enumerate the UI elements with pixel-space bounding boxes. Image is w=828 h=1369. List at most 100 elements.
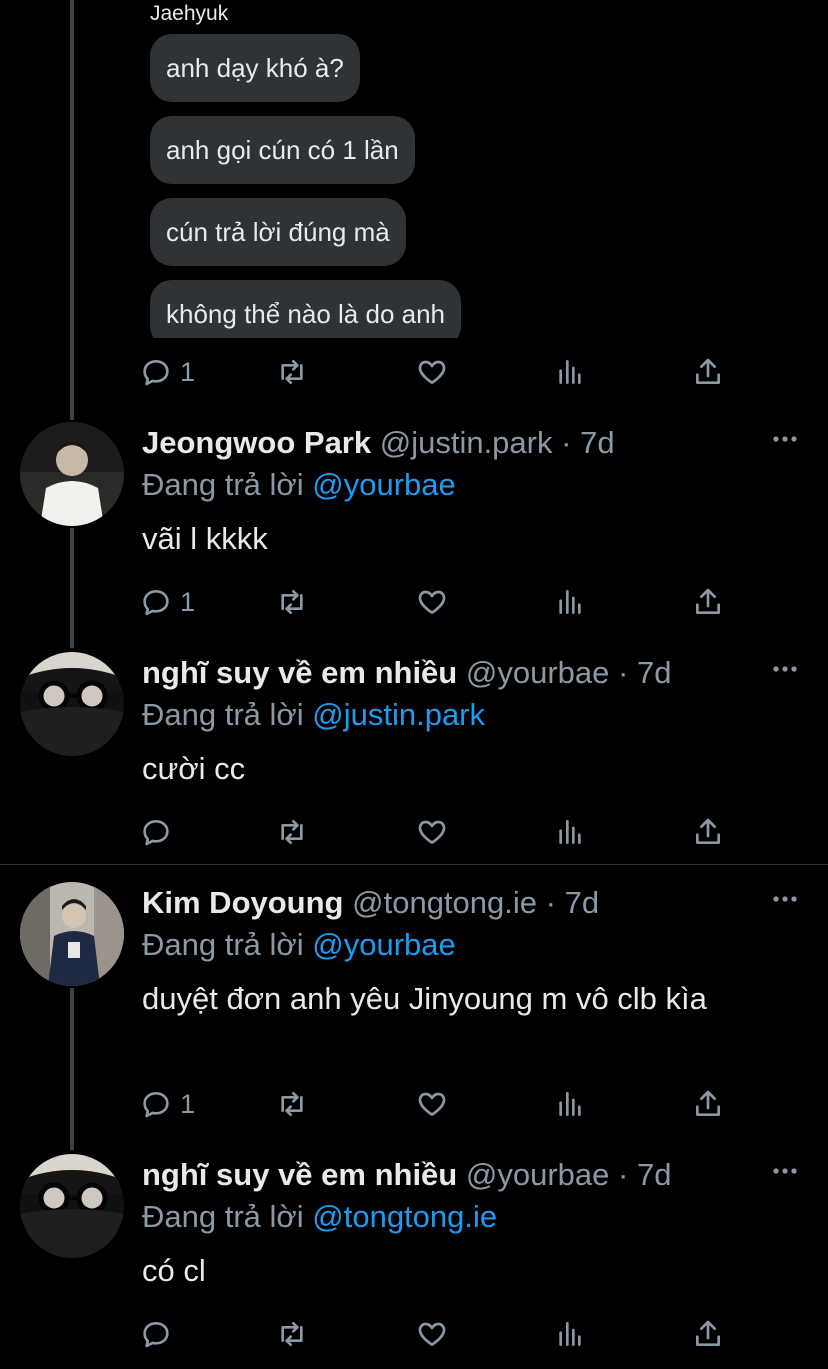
reply-icon [143,590,169,616]
avatar[interactable] [20,882,124,986]
timestamp[interactable]: 7d [580,425,614,460]
views-icon [559,820,581,844]
reply-button[interactable] [140,1312,180,1356]
tweet-actions: 1 [140,350,740,394]
retweet-icon [281,590,303,614]
share-button[interactable] [692,1082,724,1126]
reply-button[interactable]: 1 [140,1082,195,1126]
separator-dot: · [618,655,629,690]
more-button[interactable] [772,426,798,452]
views-icon [559,1092,581,1116]
chat-bubble: không thể nào là do anh [150,280,462,338]
more-icon [773,436,797,442]
share-button[interactable] [692,1312,724,1356]
share-icon [696,1090,720,1116]
views-button[interactable] [554,1082,586,1126]
views-button[interactable] [554,810,586,854]
reply-count: 1 [180,1088,196,1119]
thread-line [70,0,74,420]
views-icon [559,590,581,614]
user-handle[interactable]: @yourbae [466,1157,610,1192]
like-button[interactable] [416,1312,448,1356]
avatar[interactable] [20,1154,124,1258]
share-icon [696,818,720,844]
user-handle[interactable]: @tongtong.ie [352,885,537,920]
like-button[interactable] [416,580,448,624]
share-button[interactable] [692,580,724,624]
more-button[interactable] [772,1158,798,1184]
tweet-actions [140,1312,740,1356]
mention-link[interactable]: @justin.park [312,697,485,732]
separator-dot: · [618,1157,629,1192]
share-icon [696,588,720,614]
share-button[interactable] [692,350,724,394]
heart-icon [418,360,446,384]
mention-link[interactable]: @yourbae [312,927,456,962]
thread-line [70,988,74,1150]
replying-to: Đang trả lời @justin.park [142,694,485,736]
reply-icon [143,1092,169,1118]
tweet-actions [140,810,740,854]
retweet-button[interactable] [276,580,308,624]
tweet-text: cười cc [142,751,246,786]
views-icon [559,360,581,384]
views-button[interactable] [554,1312,586,1356]
tweet-actions: 1 [140,1082,740,1126]
retweet-icon [281,360,303,384]
mention-link[interactable]: @yourbae [312,467,456,502]
share-icon [696,1320,720,1346]
retweet-button[interactable] [276,1082,308,1126]
separator-dot: · [561,425,572,460]
display-name[interactable]: Kim Doyoung [142,885,344,920]
more-button[interactable] [772,886,798,912]
reply-button[interactable] [140,810,180,854]
timestamp[interactable]: 7d [565,885,599,920]
retweet-button[interactable] [276,1312,308,1356]
tweet-header: Jeongwoo Park @justin.park · 7d [142,422,742,464]
tweet-header: nghĩ suy về em nhiều @yourbae · 7d [142,652,742,694]
chat-sender-name: Jaehyuk [150,2,229,25]
retweet-button[interactable] [276,350,308,394]
reply-icon [143,1322,169,1348]
heart-icon [418,1322,446,1346]
timestamp[interactable]: 7d [637,655,671,690]
replying-to: Đang trả lời @tongtong.ie [142,1196,497,1238]
retweet-icon [281,820,303,844]
replying-prefix: Đang trả lời [142,467,304,502]
heart-icon [418,1092,446,1116]
share-button[interactable] [692,810,724,854]
heart-icon [418,590,446,614]
timestamp[interactable]: 7d [637,1157,671,1192]
like-button[interactable] [416,1082,448,1126]
display-name[interactable]: nghĩ suy về em nhiều [142,1157,457,1192]
tweet-header: Kim Doyoung @tongtong.ie · 7d [142,882,742,924]
retweet-button[interactable] [276,810,308,854]
conversation-divider [0,864,828,865]
reply-button[interactable]: 1 [140,580,195,624]
reply-icon [143,360,169,386]
thread-line [70,528,74,648]
views-button[interactable] [554,350,586,394]
avatar[interactable] [20,652,124,756]
tweet-actions: 1 [140,580,740,624]
mention-link[interactable]: @tongtong.ie [312,1199,497,1234]
more-icon [773,1168,797,1174]
replying-prefix: Đang trả lời [142,927,304,962]
views-button[interactable] [554,580,586,624]
replying-prefix: Đang trả lời [142,697,304,732]
more-icon [773,896,797,902]
more-button[interactable] [772,656,798,682]
more-icon [773,666,797,672]
display-name[interactable]: nghĩ suy về em nhiều [142,655,457,690]
like-button[interactable] [416,810,448,854]
user-handle[interactable]: @justin.park [380,425,553,460]
separator-dot: · [545,885,556,920]
reply-count: 1 [180,356,196,387]
avatar[interactable] [20,422,124,526]
replying-to: Đang trả lời @yourbae [142,464,456,506]
like-button[interactable] [416,350,448,394]
user-handle[interactable]: @yourbae [466,655,610,690]
reply-button[interactable]: 1 [140,350,195,394]
display-name[interactable]: Jeongwoo Park [142,425,371,460]
reply-count: 1 [180,586,196,617]
